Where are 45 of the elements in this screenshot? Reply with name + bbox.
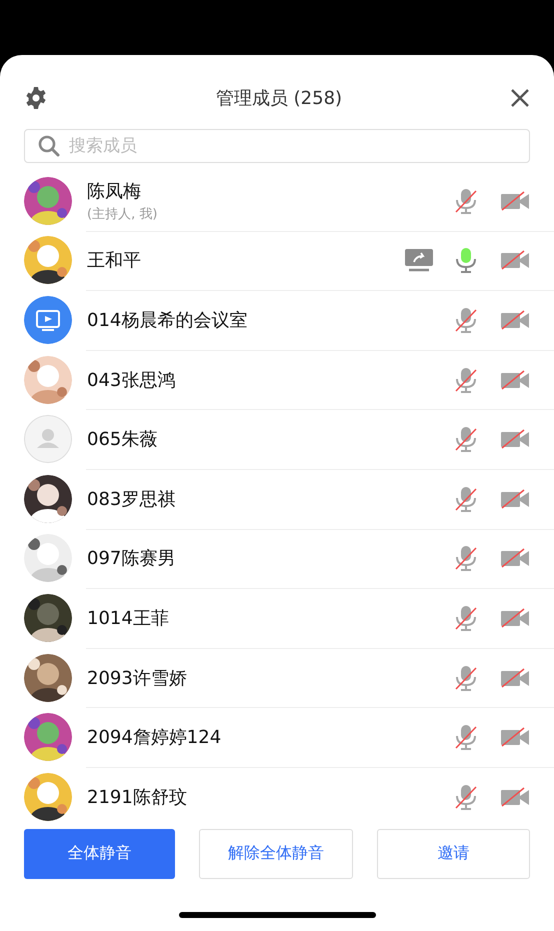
member-name: 2094詹婷婷124 xyxy=(87,726,222,750)
camera-off-icon[interactable] xyxy=(500,668,530,688)
muted-microphone-icon[interactable] xyxy=(454,664,478,691)
camera-off-icon[interactable] xyxy=(500,548,530,568)
camera-off-icon[interactable] xyxy=(500,370,530,390)
member-name: 097陈赛男 xyxy=(87,547,176,570)
muted-microphone-icon[interactable] xyxy=(454,784,478,810)
action-button[interactable]: 邀请 xyxy=(376,828,530,879)
member-name: 014杨晨希的会议室 xyxy=(87,308,248,332)
member-name: 2191陈舒玟 xyxy=(87,786,188,809)
camera-off-icon[interactable] xyxy=(500,250,530,270)
close-icon[interactable] xyxy=(510,88,530,108)
camera-off-icon[interactable] xyxy=(500,786,530,807)
member-name: 王和平 xyxy=(87,249,142,272)
member-name: 1014王菲 xyxy=(87,606,170,630)
camera-off-icon[interactable] xyxy=(500,727,530,748)
action-button[interactable]: 解除全体静音 xyxy=(199,828,353,879)
search-icon xyxy=(38,135,60,157)
screen-avatar-icon xyxy=(24,296,72,344)
search-field[interactable]: 搜索成员 xyxy=(24,129,530,163)
member-name: 043张思鸿 xyxy=(87,368,176,392)
camera-off-icon[interactable] xyxy=(500,608,530,628)
muted-microphone-icon[interactable] xyxy=(454,426,478,452)
screen-share-icon[interactable] xyxy=(404,248,434,272)
member-role: (主持人, 我) xyxy=(87,206,158,223)
muted-microphone-icon[interactable] xyxy=(454,604,478,631)
camera-off-icon[interactable] xyxy=(500,488,530,509)
mute-all-button[interactable]: 全体静音 xyxy=(24,828,176,879)
camera-off-icon[interactable] xyxy=(500,310,530,330)
camera-off-icon[interactable] xyxy=(500,190,530,211)
member-name: 065朱薇 xyxy=(87,428,158,452)
muted-microphone-icon[interactable] xyxy=(454,486,478,512)
member-name: 2093许雪娇 xyxy=(87,666,188,690)
muted-microphone-icon[interactable] xyxy=(454,366,478,393)
default-avatar-icon xyxy=(24,415,72,464)
muted-microphone-icon[interactable] xyxy=(454,306,478,333)
settings-icon[interactable] xyxy=(24,86,48,110)
microphone-icon[interactable] xyxy=(454,247,478,274)
camera-off-icon[interactable] xyxy=(500,429,530,450)
dialog-title: 管理成员 (258) xyxy=(216,87,342,110)
member-name: 083罗思祺 xyxy=(87,488,176,511)
muted-microphone-icon[interactable] xyxy=(454,724,478,750)
member-name: 陈凤梅 xyxy=(87,180,142,203)
muted-microphone-icon[interactable] xyxy=(454,188,478,214)
muted-microphone-icon[interactable] xyxy=(454,545,478,572)
